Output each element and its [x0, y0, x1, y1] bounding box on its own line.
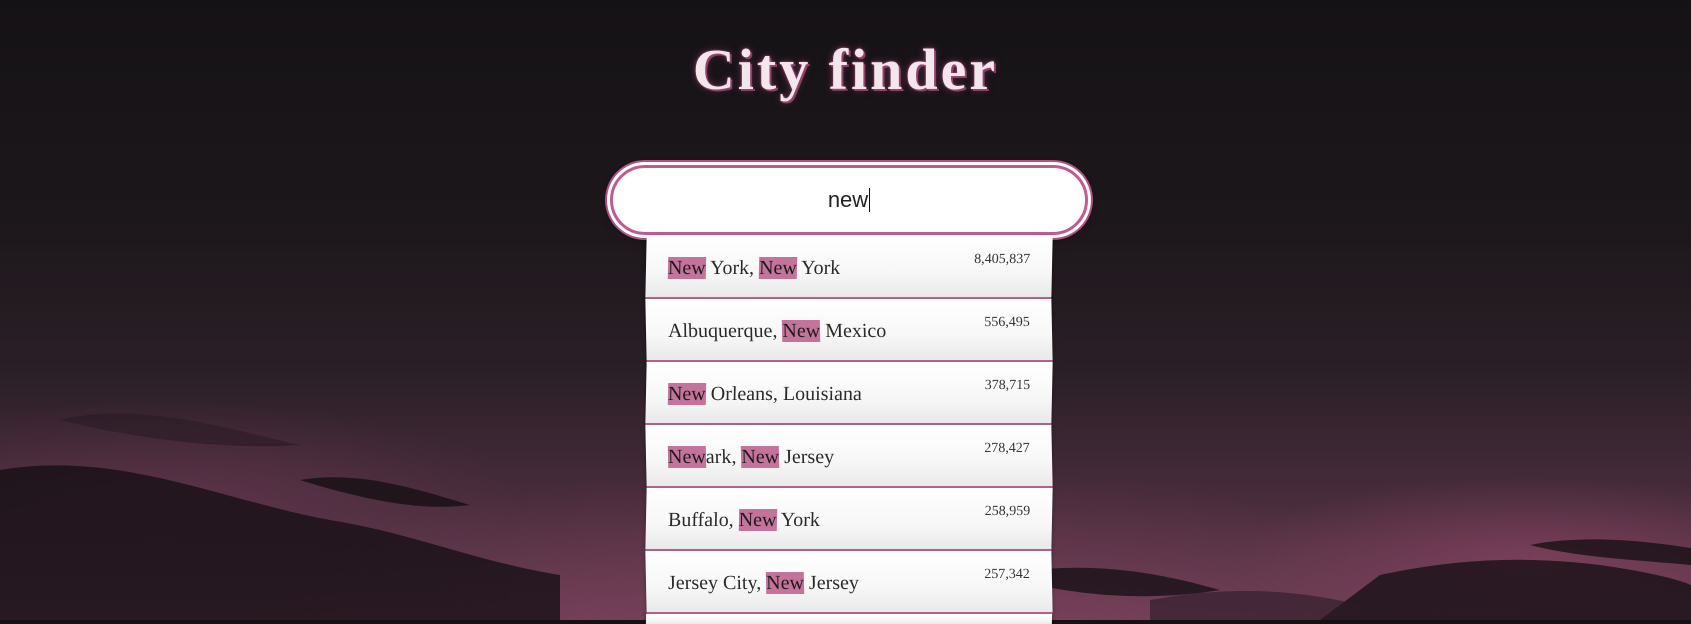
suggestions-list: New York, New York 8,405,837 Albuquerque, …	[645, 236, 1053, 624]
suggestion-item[interactable]: New York, New York 8,405,837	[645, 236, 1053, 299]
match-highlight: New	[758, 257, 798, 279]
city-name-text: York	[776, 509, 821, 531]
city-name: New York, New York	[667, 253, 841, 280]
match-highlight: New	[667, 257, 706, 279]
city-name: Newark, New Jersey	[667, 442, 835, 469]
population: 8,405,837	[974, 252, 1031, 267]
suggestion-item[interactable]: Buffalo, New York 258,959	[645, 488, 1053, 551]
city-name: Jersey City, New Jersey	[668, 568, 859, 595]
match-highlight: New	[667, 383, 706, 405]
city-name: New Orleans, Louisiana	[667, 379, 863, 406]
page-title: City finder	[692, 37, 999, 102]
suggestion-item[interactable]: Albuquerque, New Mexico 556,495	[645, 299, 1053, 362]
city-name-text: Buffalo,	[667, 509, 739, 531]
suggestion-item[interactable]: Jersey City, New Jersey 257,342	[645, 551, 1053, 614]
city-name-text: ark,	[705, 446, 742, 468]
population: 556,495	[984, 315, 1030, 330]
match-highlight: New	[667, 446, 707, 468]
population: 278,427	[984, 441, 1030, 456]
search-box[interactable]: new	[610, 165, 1088, 235]
city-name-text: York	[796, 257, 841, 279]
city-name: Buffalo, New York	[668, 505, 820, 532]
suggestion-item[interactable]: Newark, New Jersey 278,427	[645, 425, 1053, 488]
city-name-text: York,	[705, 257, 760, 279]
match-highlight: New	[782, 320, 821, 342]
city-name-text: Albuquerque,	[667, 320, 783, 342]
match-highlight: New	[738, 509, 777, 531]
population: 257,342	[984, 567, 1030, 582]
search-input[interactable]	[613, 186, 1085, 214]
match-highlight: New	[741, 446, 780, 468]
suggestion-item-partial[interactable]	[645, 614, 1053, 624]
city-name-text: Jersey	[803, 572, 860, 594]
city-name-text: Orleans, Louisiana	[705, 383, 863, 405]
city-name: Albuquerque, New Mexico	[668, 316, 887, 343]
population: 258,959	[984, 504, 1031, 519]
city-name-text: Mexico	[819, 320, 887, 342]
population: 378,715	[984, 378, 1031, 393]
suggestion-item[interactable]: New Orleans, Louisiana 378,715	[645, 362, 1053, 425]
city-name-text: Jersey City,	[667, 572, 767, 594]
match-highlight: New	[765, 572, 805, 594]
city-name-text: Jersey	[778, 446, 835, 468]
